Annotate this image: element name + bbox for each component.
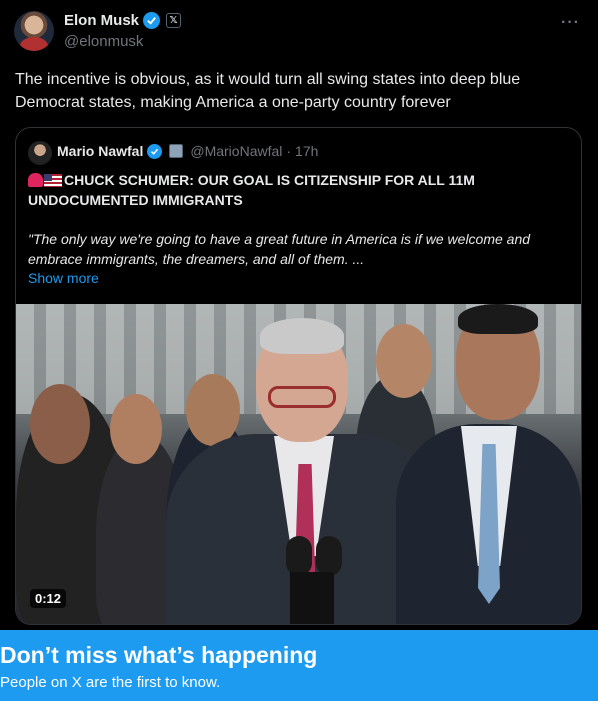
quoted-headline-text: CHUCK SCHUMER: OUR GOAL IS CITIZENSHIP F… xyxy=(28,172,475,208)
quoted-timestamp[interactable]: 17h xyxy=(295,143,318,159)
author-line: Elon Musk 𝕏 xyxy=(64,12,182,29)
speaker-hair xyxy=(260,318,344,354)
siren-emoji-icon xyxy=(28,173,43,187)
crowd-head xyxy=(30,384,90,464)
tweet-text: The incentive is obvious, as it would tu… xyxy=(15,71,521,111)
more-options-icon[interactable]: ··· xyxy=(561,14,580,32)
author-handle[interactable]: @elonmusk xyxy=(64,33,143,50)
us-flag-emoji-icon xyxy=(44,174,62,187)
quoted-header: Mario Nawfal @MarioNawfal · 17h xyxy=(57,143,318,159)
verified-badge-icon xyxy=(147,143,163,159)
crowd-head xyxy=(376,324,432,398)
separator-dot: · xyxy=(286,143,292,159)
microphone-icon xyxy=(316,536,342,576)
crowd-head xyxy=(110,394,162,464)
quoted-avatar[interactable] xyxy=(28,141,52,165)
avatar[interactable] xyxy=(14,11,54,51)
video-player[interactable]: 0:12 xyxy=(16,304,581,624)
signup-banner[interactable]: Don’t miss what’s happening People on X … xyxy=(0,630,598,701)
x-affiliate-icon[interactable]: 𝕏 xyxy=(166,13,182,28)
quoted-headline: CHUCK SCHUMER: OUR GOAL IS CITIZENSHIP F… xyxy=(28,170,568,210)
banner-title: Don’t miss what’s happening xyxy=(0,642,318,668)
banner-subtitle: People on X are the first to know. xyxy=(0,674,221,691)
crowd-head xyxy=(186,374,240,446)
quoted-tweet[interactable]: Mario Nawfal @MarioNawfal · 17h CHUCK SC… xyxy=(15,127,582,625)
affiliate-badge-icon xyxy=(169,144,184,158)
quoted-handle[interactable]: @MarioNawfal xyxy=(190,143,282,159)
tweet[interactable]: Elon Musk 𝕏 @elonmusk ··· The incentive … xyxy=(0,0,598,630)
speaker-glasses xyxy=(268,386,336,408)
show-more-link[interactable]: Show more xyxy=(28,270,99,286)
video-duration: 0:12 xyxy=(30,589,67,608)
right-person-hair xyxy=(458,304,538,334)
quoted-body-text: "The only way we're going to have a grea… xyxy=(28,231,531,267)
quoted-author-name[interactable]: Mario Nawfal xyxy=(57,143,143,159)
microphone-stand xyxy=(290,572,334,624)
microphone-icon xyxy=(286,536,312,576)
author-name[interactable]: Elon Musk xyxy=(64,12,139,29)
verified-badge-icon[interactable] xyxy=(143,12,161,29)
